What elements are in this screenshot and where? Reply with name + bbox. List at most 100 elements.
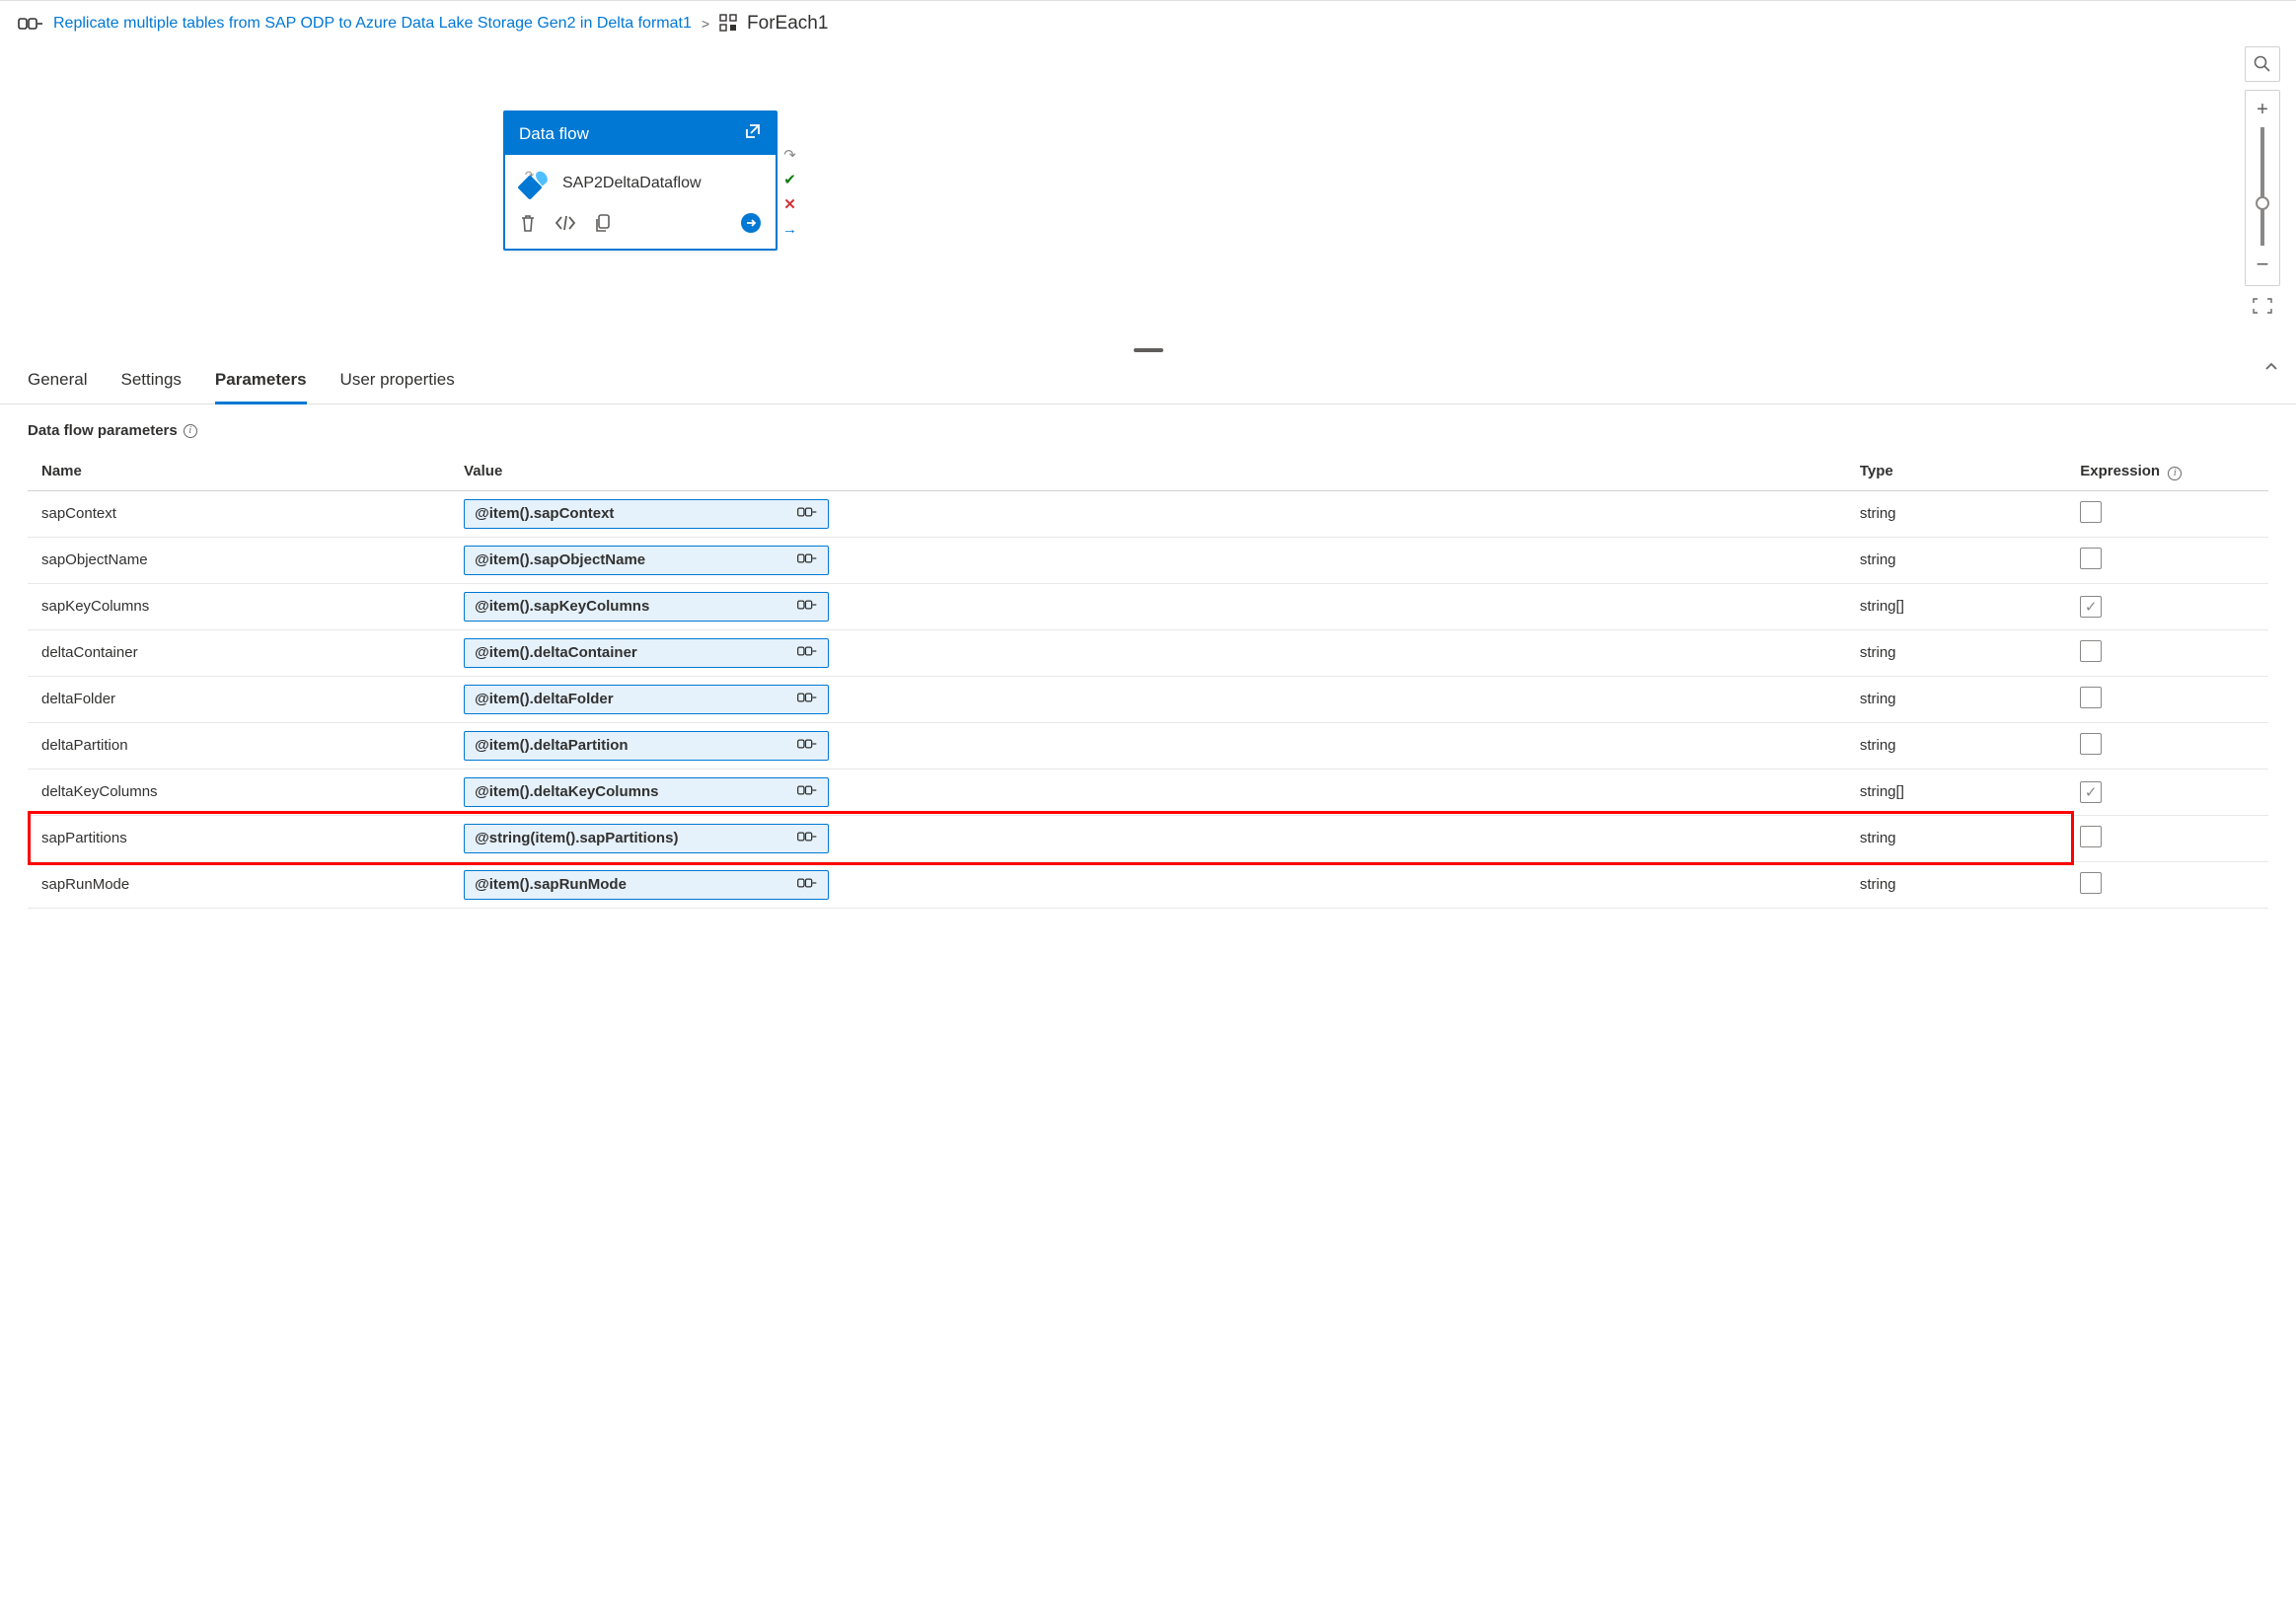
table-row: sapPartitions @string(item().sapPartition… (28, 815, 2268, 861)
param-expression-cell (2066, 537, 2268, 583)
table-row: deltaFolder@item().deltaFolderstring (28, 676, 2268, 722)
tab-general[interactable]: General (28, 362, 87, 403)
expression-checkbox[interactable]: ✓ (2080, 596, 2102, 618)
pipeline-icon[interactable] (796, 644, 818, 662)
param-type-cell: string (1846, 861, 2066, 908)
param-type-cell: string[] (1846, 583, 2066, 629)
pipeline-icon[interactable] (796, 783, 818, 801)
pipeline-icon[interactable] (796, 505, 818, 523)
completion-handle-icon[interactable]: → (782, 222, 797, 237)
param-value-cell: @item().sapObjectName (450, 537, 1846, 583)
info-icon[interactable]: i (184, 424, 197, 438)
activity-name: SAP2DeltaDataflow (562, 175, 702, 192)
expression-checkbox[interactable] (2080, 548, 2102, 569)
param-value-input[interactable]: @item().sapKeyColumns (464, 592, 829, 622)
expression-checkbox[interactable] (2080, 872, 2102, 894)
param-value-input[interactable]: @item().deltaContainer (464, 638, 829, 668)
collapse-panel-icon[interactable] (2264, 360, 2278, 379)
success-handle-icon[interactable]: ✔ (783, 173, 796, 187)
param-value-cell: @item().sapContext (450, 490, 1846, 537)
fit-to-screen-icon[interactable] (2249, 294, 2276, 321)
delete-icon[interactable] (519, 213, 537, 236)
param-value-input[interactable]: @item().deltaKeyColumns (464, 777, 829, 807)
param-type-cell: string (1846, 537, 2066, 583)
param-value-cell: @string(item().sapPartitions) (450, 815, 1846, 861)
param-name-cell: deltaContainer (28, 629, 450, 676)
activity-type-label: Data flow (519, 124, 589, 144)
tab-parameters[interactable]: Parameters (215, 362, 307, 404)
param-value-input[interactable]: @string(item().sapPartitions) (464, 824, 829, 853)
breadcrumb-parent-link[interactable]: Replicate multiple tables from SAP ODP t… (53, 15, 692, 33)
table-row: sapContext @item().sapContext string (28, 490, 2268, 537)
param-name-cell: sapPartitions (28, 815, 450, 861)
open-external-icon[interactable] (744, 122, 762, 145)
param-expression-cell (2066, 490, 2268, 537)
param-expression-cell (2066, 629, 2268, 676)
param-expression-cell (2066, 861, 2268, 908)
table-row: deltaPartition@item().deltaPartitionstri… (28, 722, 2268, 769)
param-value-input[interactable]: @item().sapRunMode (464, 870, 829, 900)
tab-settings[interactable]: Settings (120, 362, 181, 403)
param-expression-cell (2066, 722, 2268, 769)
dataflow-icon: ↷ (519, 169, 549, 198)
expression-checkbox[interactable] (2080, 640, 2102, 662)
failure-handle-icon[interactable]: ✕ (783, 197, 796, 212)
col-header-expression: Expression i (2066, 453, 2268, 490)
code-icon[interactable] (555, 214, 576, 235)
pipeline-icon[interactable] (796, 876, 818, 894)
clone-icon[interactable] (594, 213, 612, 236)
parameters-panel: Data flow parameters i Name Value Type E… (0, 404, 2296, 926)
search-button[interactable] (2245, 46, 2280, 82)
param-value-input[interactable]: @item().sapContext (464, 499, 829, 529)
run-arrow-icon[interactable] (740, 212, 762, 237)
param-name-cell: sapContext (28, 490, 450, 537)
param-name-cell: deltaKeyColumns (28, 769, 450, 815)
param-type-cell: string (1846, 490, 2066, 537)
pipeline-canvas[interactable]: Data flow ↷ SAP2DeltaDataflow (0, 46, 2296, 352)
table-row: deltaKeyColumns@item().deltaKeyColumnsst… (28, 769, 2268, 815)
breadcrumb-current: ForEach1 (747, 13, 828, 35)
pipeline-icon[interactable] (796, 737, 818, 755)
zoom-slider[interactable]: + − (2245, 90, 2280, 286)
param-value-input[interactable]: @item().deltaPartition (464, 731, 829, 761)
param-value-input[interactable]: @item().sapObjectName (464, 546, 829, 575)
info-icon[interactable]: i (2168, 467, 2182, 480)
param-value-cell: @item().deltaFolder (450, 676, 1846, 722)
zoom-in-icon[interactable]: + (2257, 99, 2268, 121)
param-type-cell: string (1846, 815, 2066, 861)
param-type-cell: string (1846, 629, 2066, 676)
dataflow-activity-card[interactable]: Data flow ↷ SAP2DeltaDataflow (503, 110, 778, 251)
retry-handle-icon[interactable]: ↷ (783, 148, 796, 163)
table-row: deltaContainer @item().deltaContainer stri… (28, 629, 2268, 676)
activity-header: Data flow (505, 112, 776, 155)
param-name-cell: sapKeyColumns (28, 583, 450, 629)
param-expression-cell (2066, 676, 2268, 722)
pipeline-icon[interactable] (796, 691, 818, 708)
table-row: sapObjectName@item().sapObjectNamestring (28, 537, 2268, 583)
details-tabs: General Settings Parameters User propert… (0, 352, 2296, 404)
zoom-out-icon[interactable]: − (2257, 252, 2269, 277)
expression-checkbox[interactable] (2080, 733, 2102, 755)
pipeline-icon[interactable] (796, 551, 818, 569)
pipeline-icon[interactable] (796, 830, 818, 847)
col-header-name: Name (28, 453, 450, 490)
param-expression-cell (2066, 815, 2268, 861)
breadcrumb-bar: Replicate multiple tables from SAP ODP t… (0, 0, 2296, 46)
param-value-cell: @item().deltaKeyColumns (450, 769, 1846, 815)
expression-checkbox[interactable]: ✓ (2080, 781, 2102, 803)
param-value-input[interactable]: @item().deltaFolder (464, 685, 829, 714)
expression-checkbox[interactable] (2080, 687, 2102, 708)
param-name-cell: deltaFolder (28, 676, 450, 722)
activity-status-handles: ↷ ✔ ✕ → (782, 148, 797, 237)
table-row: sapKeyColumns @item().sapKeyColumns string… (28, 583, 2268, 629)
parameters-table: Name Value Type Expression i sapContext @… (28, 453, 2268, 909)
activity-body: ↷ SAP2DeltaDataflow (505, 155, 776, 204)
expression-checkbox[interactable] (2080, 826, 2102, 847)
foreach-icon (719, 14, 737, 35)
expression-checkbox[interactable] (2080, 501, 2102, 523)
pipeline-icon[interactable] (796, 598, 818, 616)
col-header-type: Type (1846, 453, 2066, 490)
tab-user-properties[interactable]: User properties (340, 362, 455, 403)
col-header-value: Value (450, 453, 1846, 490)
section-title: Data flow parameters i (28, 422, 2268, 439)
